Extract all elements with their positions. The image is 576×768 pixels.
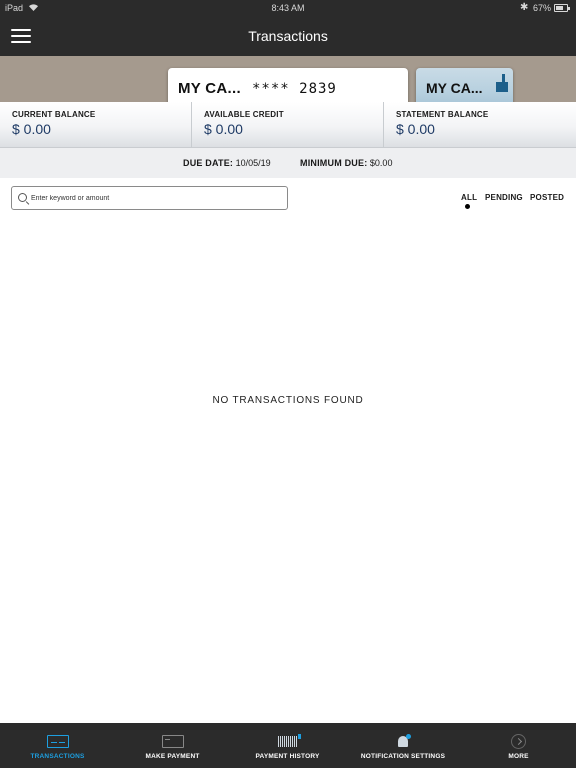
available-credit-label: AVAILABLE CREDIT <box>204 110 284 119</box>
tab-more[interactable]: MORE <box>461 723 576 768</box>
filter-tab-all[interactable]: ALL <box>461 193 477 202</box>
card-tile-next[interactable]: MY CA... <box>416 68 513 102</box>
status-bar: iPad 8:43 AM ✱ 67% <box>0 0 576 16</box>
filter-tab-pending[interactable]: PENDING <box>485 193 523 202</box>
card-tile-selected[interactable]: MY CA... **** 2839 <box>168 68 408 102</box>
tab-label: MORE <box>508 753 529 760</box>
card-name: MY CA... <box>178 80 241 97</box>
nav-bar: Transactions <box>0 16 576 56</box>
card-masked-number: **** 2839 <box>252 81 337 97</box>
statement-balance: STATEMENT BALANCE $ 0.00 <box>383 102 576 148</box>
statement-balance-label: STATEMENT BALANCE <box>396 110 489 119</box>
current-balance-label: CURRENT BALANCE <box>12 110 96 119</box>
minimum-due: MINIMUM DUE: $0.00 <box>300 158 392 168</box>
balance-summary: CURRENT BALANCE $ 0.00 AVAILABLE CREDIT … <box>0 102 576 148</box>
page-title: Transactions <box>248 28 328 44</box>
card-list-icon <box>47 735 69 748</box>
tab-label: PAYMENT HISTORY <box>255 753 320 760</box>
due-info-bar: DUE DATE: 10/05/19 MINIMUM DUE: $0.00 <box>0 148 576 178</box>
minimum-due-value: $0.00 <box>369 158 393 168</box>
current-balance-amount: $ 0.00 <box>12 121 51 137</box>
card-icon <box>162 735 184 748</box>
battery-percent: 67% <box>533 3 552 13</box>
due-date: DUE DATE: 10/05/19 <box>183 158 271 168</box>
more-icon <box>511 734 526 749</box>
available-credit: AVAILABLE CREDIT $ 0.00 <box>191 102 383 148</box>
statement-balance-amount: $ 0.00 <box>396 121 435 137</box>
card-art-icon <box>496 82 508 92</box>
due-date-value: 10/05/19 <box>235 158 271 168</box>
minimum-due-label: MINIMUM DUE: <box>300 158 368 168</box>
empty-state-message: NO TRANSACTIONS FOUND <box>212 395 364 406</box>
tab-notification-settings[interactable]: NOTIFICATION SETTINGS <box>345 723 461 768</box>
card-name: MY CA... <box>426 80 483 96</box>
battery-icon <box>554 4 570 12</box>
search-box[interactable] <box>11 186 288 210</box>
card-carousel[interactable]: MY CA... **** 2839 MY CA... <box>0 56 576 102</box>
search-input[interactable] <box>31 191 281 206</box>
available-credit-amount: $ 0.00 <box>204 121 243 137</box>
selected-filter-indicator <box>465 204 470 209</box>
tab-label: MAKE PAYMENT <box>145 753 200 760</box>
bottom-tab-bar: TRANSACTIONS MAKE PAYMENT PAYMENT HISTOR… <box>0 723 576 768</box>
bell-icon <box>395 734 411 750</box>
current-balance: CURRENT BALANCE $ 0.00 <box>0 102 191 148</box>
due-date-label: DUE DATE: <box>183 158 234 168</box>
search-icon <box>18 193 27 202</box>
filter-tab-posted[interactable]: POSTED <box>530 193 564 202</box>
tab-payment-history[interactable]: PAYMENT HISTORY <box>230 723 345 768</box>
tab-label: NOTIFICATION SETTINGS <box>360 753 446 760</box>
history-icon <box>278 734 301 747</box>
tab-label: TRANSACTIONS <box>30 753 85 760</box>
tab-transactions[interactable]: TRANSACTIONS <box>0 723 115 768</box>
tab-make-payment[interactable]: MAKE PAYMENT <box>115 723 230 768</box>
status-time: 8:43 AM <box>271 3 305 13</box>
bluetooth-icon: ✱ <box>520 2 529 13</box>
